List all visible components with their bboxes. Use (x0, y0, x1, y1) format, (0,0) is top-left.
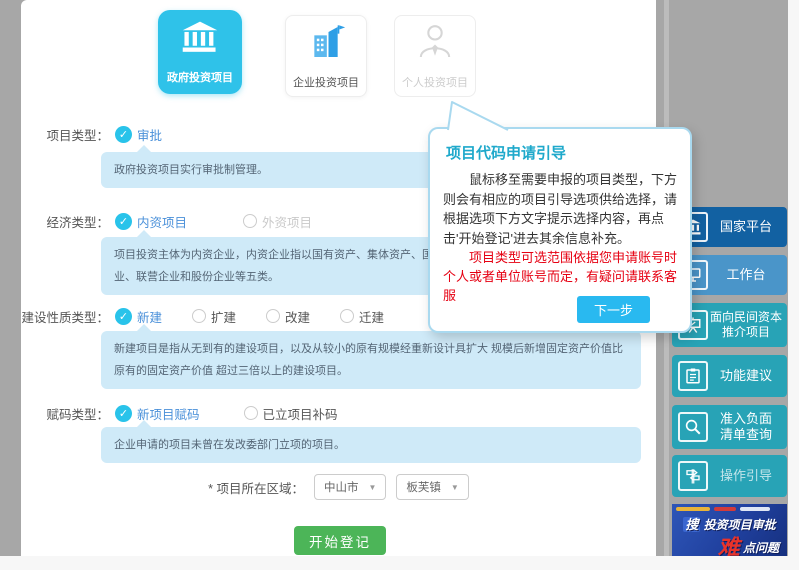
banner-subtitle: 点问题 (742, 541, 779, 555)
sidebar-item-feature-suggestion[interactable]: 功能建议 (672, 355, 787, 397)
construction-type-label: 建设性质类型： (21, 310, 109, 325)
banner-search-char: 搜 (683, 517, 701, 532)
popup-tail (447, 101, 509, 131)
sidebar-item-label: 操作引导 (719, 467, 772, 483)
card-personal-project: 个人投资项目 (394, 15, 476, 97)
option-foreign-label: 外资项目 (262, 215, 313, 230)
popup-title: 项目代码申请引导 (446, 145, 567, 162)
coding-type-label: 赋码类型： (46, 407, 109, 422)
sidebar-item-negative-list-query[interactable]: 准入负面 清单查询 (672, 405, 787, 449)
promo-banner[interactable]: 搜 投资项目审批 难 点问题 (672, 504, 787, 556)
guide-popup: 项目代码申请引导 鼠标移至需要申报的项目类型，下方则会有相应的项目引导选项供给选… (428, 101, 692, 333)
region-row: * 项目所在区域： 中山市 ▼ 板芙镇 ▼ (21, 474, 656, 500)
start-registration-button[interactable]: 开始登记 (294, 526, 386, 555)
check-icon: ✓ (115, 404, 132, 422)
town-select[interactable]: 板芙镇 ▼ (396, 474, 469, 500)
popup-body-text: 鼠标移至需要申报的项目类型，下方则会有相应的项目引导选项供给选择，请根据选项下方… (443, 172, 678, 246)
sidebar-item-operation-guide[interactable]: 操作引导 (672, 455, 787, 497)
radio-icon (192, 309, 207, 323)
sidebar-item-label: 准入负面 清单查询 (719, 410, 772, 442)
next-step-button[interactable]: 下一步 (577, 296, 650, 323)
suggestion-icon (678, 361, 708, 391)
buildings-icon (306, 22, 346, 67)
option-rebuild[interactable]: 改建 (266, 307, 310, 326)
check-icon: ✓ (115, 307, 132, 325)
radio-icon (266, 309, 281, 323)
option-relocate-label: 迁建 (359, 310, 385, 325)
economic-type-label: 经济类型： (46, 215, 109, 230)
city-select-value: 中山市 (324, 482, 359, 494)
signpost-icon (678, 461, 708, 491)
option-domestic[interactable]: ✓ 内资项目 (115, 212, 187, 231)
card-government-project[interactable]: 政府投资项目 (158, 10, 242, 94)
radio-icon (243, 406, 258, 420)
option-expand-label: 扩建 (211, 310, 237, 325)
sidebar-item-label: 面向民间资本 推介项目 (709, 310, 782, 339)
person-icon (415, 22, 455, 67)
option-existing-project-code-label: 已立项目补码 (262, 407, 338, 422)
sidebar-item-label: 国家平台 (719, 218, 772, 234)
coding-type-row: 赋码类型： ✓ 新项目赋码 已立项目补码 (21, 403, 656, 423)
option-rebuild-label: 改建 (285, 310, 311, 325)
option-new-project-code[interactable]: ✓ 新项目赋码 (115, 404, 200, 423)
check-icon: ✓ (115, 212, 132, 230)
region-label: * 项目所在区域： (208, 481, 304, 496)
sidebar-item-label: 功能建议 (719, 367, 772, 383)
option-approval-label: 审批 (137, 128, 163, 143)
banner-line2: 难 点问题 (672, 530, 787, 556)
card-enterprise-project[interactable]: 企业投资项目 (285, 15, 367, 97)
option-existing-project-code[interactable]: 已立项目补码 (243, 404, 338, 423)
search-icon (678, 412, 708, 442)
card-personal-label: 个人投资项目 (402, 77, 468, 89)
city-select[interactable]: 中山市 ▼ (314, 474, 387, 500)
project-type-label: 项目类型： (46, 128, 109, 143)
bank-icon (179, 19, 221, 62)
banner-highlight-char: 难 (717, 535, 740, 556)
card-government-label: 政府投资项目 (167, 72, 233, 84)
option-domestic-label: 内资项目 (137, 215, 188, 230)
card-enterprise-label: 企业投资项目 (293, 77, 359, 89)
option-relocate[interactable]: 迁建 (340, 307, 384, 326)
chevron-down-icon: ▼ (368, 482, 377, 492)
construction-type-info: 新建项目是指从无到有的建设项目，以及从较小的原有规模经重新设计具扩大 规模后新增… (101, 324, 641, 389)
radio-icon (243, 214, 258, 228)
chevron-down-icon: ▼ (450, 482, 459, 492)
check-icon: ✓ (115, 125, 132, 143)
option-approval[interactable]: ✓ 审批 (115, 125, 162, 144)
coding-type-info: 企业申请的项目未曾在发改委部门立项的项目。 (101, 420, 641, 463)
sidebar-item-label: 工作台 (726, 266, 766, 282)
option-new-build-label: 新建 (137, 310, 163, 325)
radio-icon (340, 309, 355, 323)
option-new-build[interactable]: ✓ 新建 (115, 307, 162, 326)
option-expand[interactable]: 扩建 (192, 307, 236, 326)
option-foreign: 外资项目 (243, 212, 312, 231)
town-select-value: 板芙镇 (406, 482, 441, 494)
banner-badges (672, 504, 787, 511)
